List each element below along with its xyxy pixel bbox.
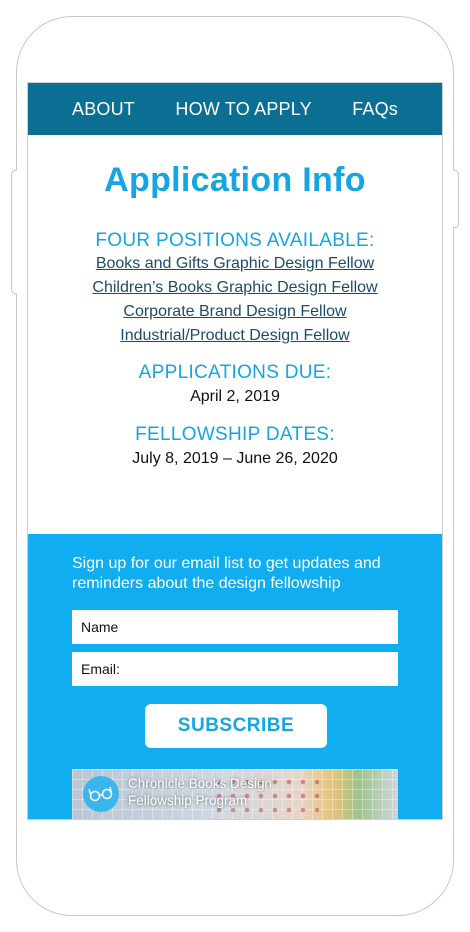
position-link-corporate-brand[interactable]: Corporate Brand Design Fellow bbox=[28, 300, 442, 324]
position-link-childrens-books[interactable]: Children’s Books Graphic Design Fellow bbox=[28, 276, 442, 300]
signup-text: Sign up for our email list to get update… bbox=[72, 555, 381, 592]
top-nav: ABOUT HOW TO APPLY FAQs bbox=[28, 83, 442, 135]
power-button bbox=[453, 170, 459, 228]
fellowship-heading: FELLOWSHIP DATES: bbox=[135, 424, 335, 445]
nav-about[interactable]: ABOUT bbox=[72, 99, 135, 120]
applications-heading: APPLICATIONS DUE: bbox=[138, 362, 332, 383]
positions-section: FOUR POSITIONS AVAILABLE: Books and Gift… bbox=[28, 230, 442, 348]
video-embed[interactable]: Chronicle Books Design Fellowship Progra… bbox=[72, 769, 398, 819]
screen: ABOUT HOW TO APPLY FAQs Application Info… bbox=[27, 82, 443, 820]
position-link-books-gifts[interactable]: Books and Gifts Graphic Design Fellow bbox=[28, 252, 442, 276]
position-link-industrial-product[interactable]: Industrial/Product Design Fellow bbox=[28, 324, 442, 348]
video-title-line2: Fellowship Program bbox=[128, 793, 248, 808]
applications-section: APPLICATIONS DUE: April 2, 2019 bbox=[28, 362, 442, 406]
fellowship-section: FELLOWSHIP DATES: July 8, 2019 – June 26… bbox=[28, 424, 442, 468]
video-title-line1: Chronicle Books Design bbox=[128, 776, 273, 791]
email-field[interactable] bbox=[72, 652, 398, 686]
application-info: Application Info FOUR POSITIONS AVAILABL… bbox=[28, 135, 442, 468]
positions-heading: FOUR POSITIONS AVAILABLE: bbox=[95, 230, 375, 251]
subscribe-button[interactable]: SUBSCRIBE bbox=[145, 704, 327, 748]
volume-button bbox=[11, 170, 17, 294]
video-title[interactable]: Chronicle Books Design Fellowship Progra… bbox=[128, 775, 272, 809]
nav-how-to-apply[interactable]: HOW TO APPLY bbox=[175, 99, 311, 120]
page-title: Application Info bbox=[104, 161, 366, 199]
email-signup: Sign up for our email list to get update… bbox=[28, 534, 442, 819]
fellowship-dates: July 8, 2019 – June 26, 2020 bbox=[132, 450, 338, 467]
applications-due-date: April 2, 2019 bbox=[190, 388, 280, 405]
name-field[interactable] bbox=[72, 610, 398, 644]
glasses-icon[interactable] bbox=[83, 776, 119, 812]
nav-faqs[interactable]: FAQs bbox=[352, 99, 398, 120]
